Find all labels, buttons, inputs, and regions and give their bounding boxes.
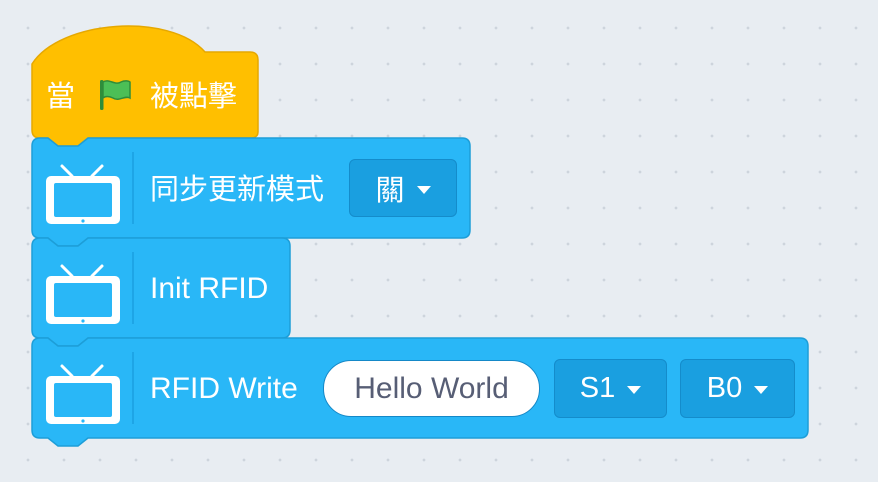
- init-rfid-label: Init RFID: [150, 272, 269, 305]
- sync-mode-value: 關: [375, 173, 405, 207]
- write-text-input[interactable]: Hello World: [323, 360, 540, 417]
- sync-mode-label: 同步更新模式: [150, 172, 325, 206]
- chevron-down-icon: [416, 185, 431, 194]
- hat-when-label: 當: [46, 79, 76, 113]
- block-value: B0: [706, 372, 743, 404]
- sector-value: S1: [579, 372, 616, 404]
- chevron-down-icon: [754, 386, 769, 394]
- rfid-write-label: RFID Write: [150, 372, 298, 405]
- sector-dropdown[interactable]: S1: [554, 359, 667, 418]
- block-dropdown[interactable]: B0: [680, 359, 795, 418]
- sync-mode-dropdown[interactable]: 關: [349, 159, 457, 217]
- hat-clicked-label: 被點擊: [150, 79, 238, 113]
- write-text-value: Hello World: [354, 371, 509, 405]
- chevron-down-icon: [627, 386, 642, 394]
- green-flag-icon: [100, 80, 131, 110]
